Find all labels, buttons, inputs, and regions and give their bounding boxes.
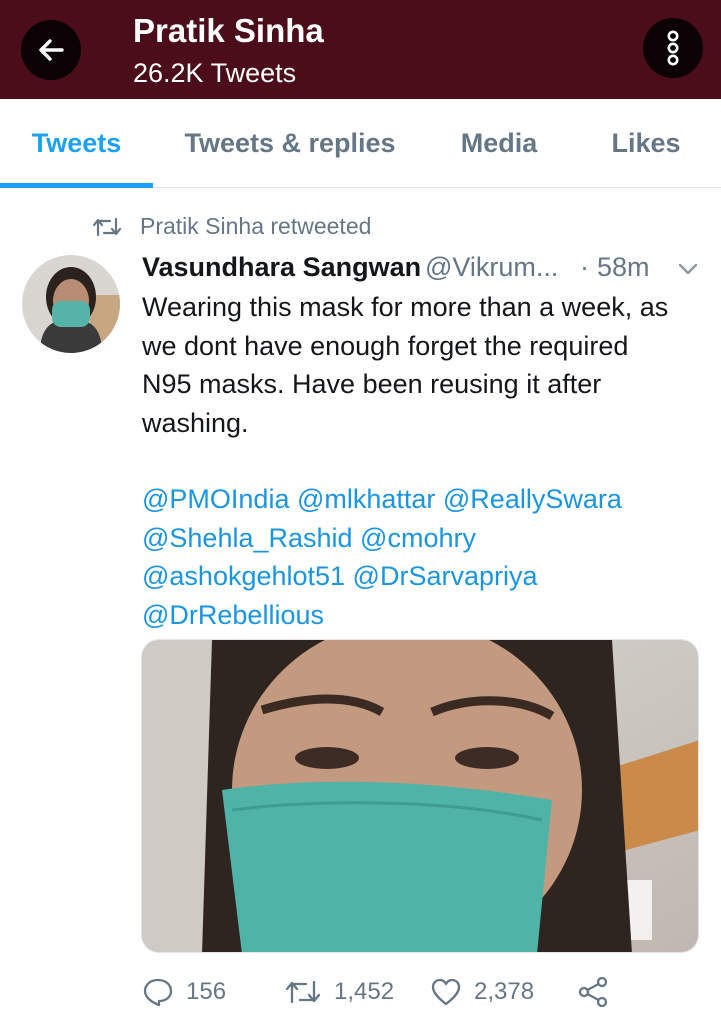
- profile-tabs: Tweets Tweets & replies Media Likes: [0, 99, 721, 188]
- tweet-text-line: we dont have enough forget the required: [142, 330, 629, 361]
- arrow-left-icon: [39, 39, 64, 61]
- tweet-body: Wearing this mask for more than a week, …: [142, 288, 707, 634]
- share-button[interactable]: [577, 972, 609, 1012]
- like-count: 2,378: [474, 978, 535, 1005]
- avatar[interactable]: [22, 255, 120, 353]
- share-icon: [578, 976, 608, 1008]
- author-handle[interactable]: @Vikrum...: [425, 252, 558, 283]
- chevron-down-icon[interactable]: [677, 262, 699, 276]
- active-tab-indicator: [0, 183, 153, 188]
- like-button[interactable]: 2,378: [430, 972, 534, 1012]
- mention-line[interactable]: @ashokgehlot51 @DrSarvapriya: [142, 557, 707, 596]
- author-name[interactable]: Vasundhara Sangwan: [142, 252, 421, 283]
- tab-likes[interactable]: Likes: [590, 99, 702, 188]
- tab-tweets[interactable]: Tweets: [0, 99, 153, 188]
- tweet-text-line: N95 masks. Have been reusing it after: [142, 369, 602, 399]
- retweet-count: 1,452: [334, 978, 395, 1005]
- retweet-icon: [92, 217, 122, 237]
- heart-icon: [431, 978, 461, 1006]
- retweeted-by-label[interactable]: Pratik Sinha retweeted: [140, 213, 371, 240]
- more-button[interactable]: [643, 18, 703, 78]
- mention-line[interactable]: @PMOIndia @mlkhattar @ReallySwara: [142, 480, 707, 519]
- profile-header: Pratik Sinha 26.2K Tweets: [0, 0, 721, 99]
- reply-icon: [143, 978, 173, 1007]
- tweet-time[interactable]: 58m: [597, 252, 650, 283]
- reply-button[interactable]: 156: [142, 972, 226, 1012]
- profile-name: Pratik Sinha: [133, 12, 324, 49]
- mention-line[interactable]: @DrRebellious: [142, 596, 707, 635]
- retweet-button[interactable]: 1,452: [284, 972, 394, 1012]
- back-button[interactable]: [21, 20, 81, 80]
- mention-line[interactable]: @Shehla_Rashid @cmohry: [142, 519, 707, 558]
- tweet-count: 26.2K Tweets: [133, 58, 297, 88]
- tweet-text-line: washing.: [142, 407, 249, 438]
- more-vertical-icon: [667, 30, 679, 66]
- tweet-photo[interactable]: [141, 639, 699, 953]
- tab-media[interactable]: Media: [440, 99, 558, 188]
- tweet-text-line: Wearing this mask for more than a week, …: [142, 292, 669, 322]
- reply-count: 156: [186, 978, 227, 1005]
- separator-dot: ·: [580, 252, 589, 282]
- tab-tweets-replies[interactable]: Tweets & replies: [165, 99, 415, 188]
- mentions: @PMOIndia @mlkhattar @ReallySwara @Shehl…: [142, 480, 707, 634]
- retweet-icon: [285, 980, 321, 1004]
- tweet-header: Vasundhara Sangwan @Vikrum... · 58m: [142, 252, 702, 288]
- tweet-actions: 156 1,452 2,378: [142, 972, 702, 1012]
